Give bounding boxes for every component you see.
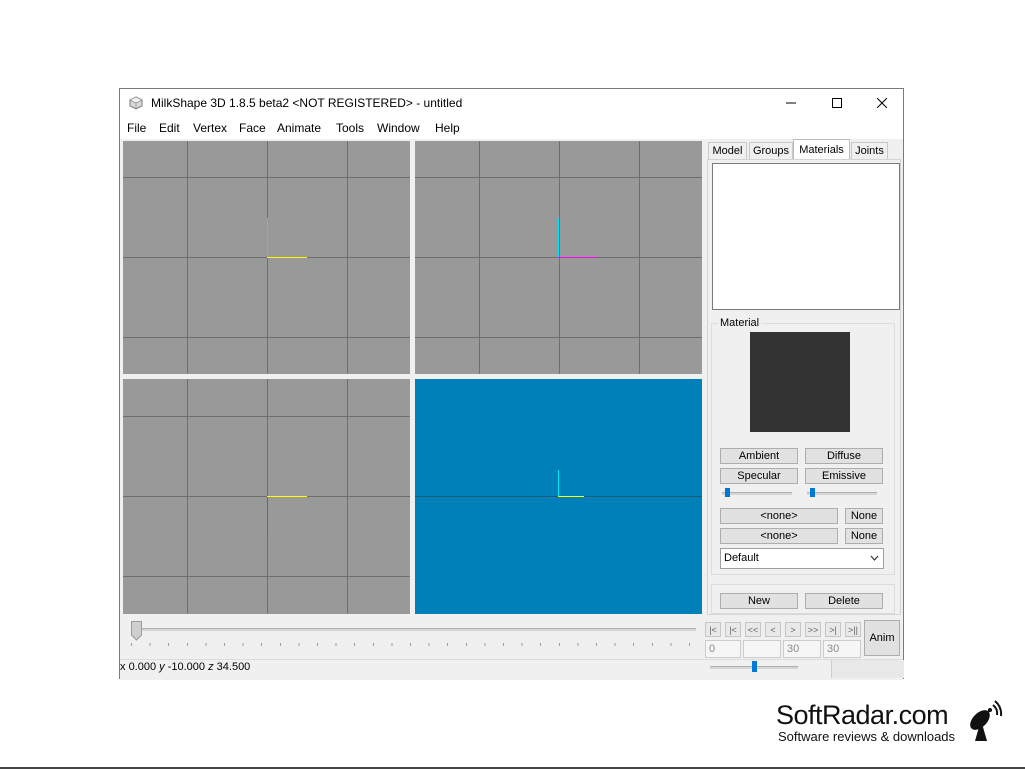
anim-button[interactable]: Anim	[864, 620, 900, 656]
tab-model[interactable]: Model	[708, 142, 747, 159]
grid-line	[415, 177, 702, 178]
app-window: MilkShape 3D 1.8.5 beta2 <NOT REGISTERED…	[119, 88, 904, 680]
menu-edit[interactable]: Edit	[159, 121, 180, 135]
timeline-ticks	[131, 643, 696, 646]
delete-material-button[interactable]: Delete	[805, 593, 883, 609]
timeline-slider-track[interactable]	[131, 628, 696, 631]
alpha-texture-clear-button[interactable]: None	[845, 528, 883, 544]
texture-button[interactable]: <none>	[720, 508, 838, 524]
cursor-coordinates: x 0.000 y -10.000 z 34.500	[120, 661, 251, 673]
close-icon	[877, 98, 887, 108]
tab-joints[interactable]: Joints	[851, 142, 888, 159]
maximize-icon	[832, 98, 842, 108]
watermark-name: SoftRadar.com	[776, 700, 949, 730]
axis-x	[267, 496, 307, 497]
axis-x	[558, 496, 584, 497]
timeline-slider-thumb[interactable]	[131, 621, 142, 641]
new-material-button[interactable]: New	[720, 593, 798, 609]
window-title: MilkShape 3D 1.8.5 beta2 <NOT REGISTERED…	[151, 96, 463, 110]
viewport-top-right[interactable]	[415, 141, 702, 374]
axis-z	[267, 497, 268, 537]
diffuse-button[interactable]: Diffuse	[805, 448, 883, 464]
ambient-button[interactable]: Ambient	[720, 448, 798, 464]
menu-bar: File Edit Vertex Face Animate Tools Wind…	[120, 117, 903, 139]
watermark-tagline: Software reviews & downloads	[778, 729, 956, 744]
tab-groups[interactable]: Groups	[749, 142, 793, 159]
texture-clear-button[interactable]: None	[845, 508, 883, 524]
viewport-top-left[interactable]	[123, 141, 410, 374]
chevron-down-icon	[870, 555, 879, 561]
axis-y	[558, 218, 559, 258]
grid-line	[415, 337, 702, 338]
title-bar[interactable]: MilkShape 3D 1.8.5 beta2 <NOT REGISTERED…	[120, 89, 903, 117]
axis-x	[267, 257, 307, 258]
milkshape-app-icon	[129, 96, 143, 110]
grid-line	[123, 576, 410, 577]
grid-line	[123, 416, 410, 417]
menu-window[interactable]: Window	[377, 121, 420, 135]
menu-help[interactable]: Help	[435, 121, 460, 135]
first-frame-button[interactable]: |<	[705, 622, 721, 637]
material-group-label: Material	[718, 317, 762, 329]
viewport-3d[interactable]	[415, 379, 702, 614]
fast-forward-button[interactable]: >>	[805, 622, 821, 637]
emissive-button[interactable]: Emissive	[805, 468, 883, 484]
axis-y	[267, 218, 268, 258]
materials-tab-page: Material Ambient Diffuse Specular Emissi…	[707, 159, 901, 615]
timeline-slider-area	[123, 619, 701, 655]
menu-face[interactable]: Face	[239, 121, 266, 135]
maximize-button[interactable]	[814, 89, 860, 117]
axis-y	[558, 470, 559, 497]
next-key-button[interactable]: >|	[825, 622, 841, 637]
grid-line	[123, 337, 410, 338]
material-mode-value: Default	[724, 552, 759, 564]
frame-start-field[interactable]: 30	[783, 640, 821, 658]
current-frame-field[interactable]: 0	[705, 640, 741, 658]
grid-line	[123, 177, 410, 178]
viewport-bottom-left[interactable]	[123, 379, 410, 614]
last-frame-button[interactable]: >||	[845, 622, 861, 637]
axis-z	[558, 257, 598, 258]
frame-field[interactable]	[743, 640, 781, 658]
previous-frame-button[interactable]: <	[765, 622, 781, 637]
frame-end-field[interactable]: 30	[823, 640, 861, 658]
materials-list[interactable]	[712, 163, 900, 310]
status-panel	[831, 660, 904, 678]
rewind-button[interactable]: <<	[745, 622, 761, 637]
shininess-slider-track[interactable]	[722, 492, 792, 495]
menu-animate[interactable]: Animate	[277, 121, 321, 135]
specular-button[interactable]: Specular	[720, 468, 798, 484]
minimize-icon	[786, 102, 796, 104]
speed-slider-thumb[interactable]	[752, 661, 757, 672]
side-panel: Model Groups Materials Joints Material A…	[706, 139, 903, 619]
menu-vertex[interactable]: Vertex	[193, 121, 227, 135]
material-actions-groupbox: New Delete	[711, 584, 895, 614]
transparency-slider-thumb[interactable]	[810, 488, 815, 497]
tab-materials[interactable]: Materials	[793, 139, 850, 160]
transparency-slider-track[interactable]	[807, 492, 877, 495]
material-mode-select[interactable]: Default	[720, 548, 884, 569]
close-button[interactable]	[859, 89, 905, 117]
shininess-slider-thumb[interactable]	[725, 488, 730, 497]
menu-tools[interactable]: Tools	[336, 121, 364, 135]
previous-key-button[interactable]: |<	[725, 622, 741, 637]
menu-file[interactable]: File	[127, 121, 146, 135]
alpha-texture-button[interactable]: <none>	[720, 528, 838, 544]
next-frame-button[interactable]: >	[785, 622, 801, 637]
softradar-watermark: SoftRadar.com Software reviews & downloa…	[776, 700, 955, 744]
minimize-button[interactable]	[768, 89, 814, 117]
material-preview	[750, 332, 850, 432]
material-groupbox: Material Ambient Diffuse Specular Emissi…	[711, 317, 895, 575]
satellite-dish-icon	[970, 700, 1003, 741]
